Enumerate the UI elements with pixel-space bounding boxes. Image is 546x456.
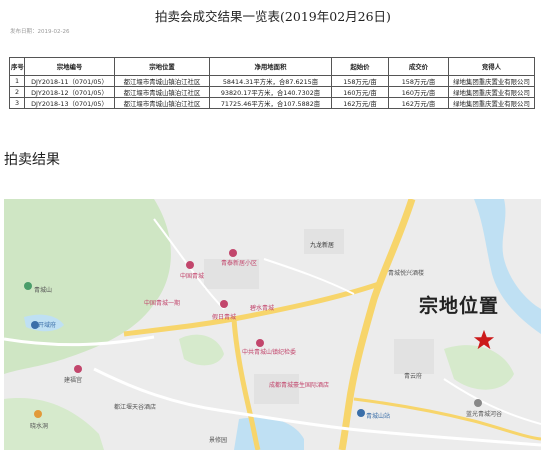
cell-parcel-id: DJY2018-12（0701/05） xyxy=(24,86,115,98)
map-label-jiari: 假日青城 xyxy=(212,314,237,321)
map-label-jiulong: 九龙新居 xyxy=(310,242,335,249)
section-heading: 拍卖结果 xyxy=(4,152,60,168)
cell-deal-price: 158万元/亩 xyxy=(388,75,449,87)
cell-deal-price: 160万元/亩 xyxy=(388,86,449,98)
parcel-location-label: 宗地位置 xyxy=(419,295,500,317)
map-label-qingxing: 青城悦兴酒楼 xyxy=(388,270,425,277)
poi-pin-icon xyxy=(220,300,228,308)
map-label-bishui: 碧水青城 xyxy=(250,305,275,312)
cell-index: 1 xyxy=(9,75,25,87)
map-label-jingxiu: 景修园 xyxy=(209,437,228,444)
document-title: 拍卖会成交结果一览表(2019年02月26日) xyxy=(155,9,391,24)
map-label-qingyun: 青云府 xyxy=(404,373,423,380)
header-parcel-id: 宗地编号 xyxy=(24,57,115,76)
table-row: 3 DJY2018-13（0701/05） 都江堰市青城山镇泊江社区 71725… xyxy=(9,97,535,109)
cell-start-price: 162万元/亩 xyxy=(331,97,389,109)
header-location: 宗地位置 xyxy=(114,57,210,76)
map-label-jiantang: 建福宫 xyxy=(64,377,83,384)
header-net-area: 净用地面积 xyxy=(209,57,332,76)
poi-pin-icon xyxy=(186,261,194,269)
poi-pin-icon xyxy=(31,321,39,329)
parcel-star-icon xyxy=(473,329,495,350)
header-deal-price: 成交价 xyxy=(388,57,449,76)
table-header-row: 序号 宗地编号 宗地位置 净用地面积 起始价 成交价 竞得人 xyxy=(9,57,535,76)
map-label-zhongguo-qingcheng-yihao: 中国青城一期 xyxy=(144,300,181,307)
cell-net-area: 71725.46平方米，合107.5882亩 xyxy=(209,97,332,109)
auction-results-table: 序号 宗地编号 宗地位置 净用地面积 起始价 成交价 竞得人 1 DJY2018… xyxy=(9,57,535,109)
cell-location: 都江堰市青城山镇泊江社区 xyxy=(114,97,210,109)
map-label-kaiyuan: 开域府 xyxy=(38,322,57,329)
cell-index: 2 xyxy=(9,86,25,98)
cell-parcel-id: DJY2018-11（0701/05） xyxy=(24,75,115,87)
poi-pin-icon xyxy=(474,399,482,407)
cell-winner: 绿地集团重庆置业有限公司 xyxy=(448,86,535,98)
poi-pin-icon xyxy=(24,282,32,290)
map-label-dujiang-hotel: 都江堰天谷酒店 xyxy=(114,404,157,411)
header-index: 序号 xyxy=(9,57,25,76)
cell-start-price: 158万元/亩 xyxy=(331,75,389,87)
map-label-lanbao: 蓝光青城河谷 xyxy=(466,411,503,418)
map-label-zhongguo-qingcheng: 中国青城 xyxy=(180,273,205,280)
poi-pin-icon xyxy=(74,365,82,373)
header-winner: 竞得人 xyxy=(448,57,535,76)
map-label-qingcheng-station: 青城山站 xyxy=(366,413,391,420)
poi-pin-icon xyxy=(229,249,237,257)
map-graphic xyxy=(4,199,541,450)
map-label-qingtai: 青泰新居小区 xyxy=(221,260,258,267)
cell-winner: 绿地集团重庆置业有限公司 xyxy=(448,97,535,109)
map-label-zhonggong: 中共青城山镇纪检委 xyxy=(242,349,297,356)
cell-winner: 绿地集团重庆置业有限公司 xyxy=(448,75,535,87)
map-label-chengdu-hotel: 成都青城豪生国际酒店 xyxy=(269,382,330,389)
poi-pin-icon xyxy=(256,339,264,347)
cell-index: 3 xyxy=(9,97,25,109)
table-row: 1 DJY2018-11（0701/05） 都江堰市青城山镇泊江社区 58414… xyxy=(9,75,535,87)
cell-location: 都江堰市青城山镇泊江社区 xyxy=(114,75,210,87)
poi-pin-icon xyxy=(34,410,42,418)
header-start-price: 起始价 xyxy=(331,57,389,76)
cell-net-area: 93820.17平方米，合140.7302亩 xyxy=(209,86,332,98)
publish-date: 发布日期：2019-02-26 xyxy=(10,29,70,35)
poi-pin-icon xyxy=(357,409,365,417)
cell-start-price: 160万元/亩 xyxy=(331,86,389,98)
cell-location: 都江堰市青城山镇泊江社区 xyxy=(114,86,210,98)
cell-net-area: 58414.31平方米，合87.6215亩 xyxy=(209,75,332,87)
table-row: 2 DJY2018-12（0701/05） 都江堰市青城山镇泊江社区 93820… xyxy=(9,86,535,98)
map-label-qingcheng-shan: 青城山 xyxy=(34,287,53,294)
location-map[interactable]: 九龙新居 青城悦兴酒楼 中国青城 青泰新居小区 中国青城一期 假日青城 碧水青城… xyxy=(4,199,541,450)
map-label-xiaoshui: 晓水洞 xyxy=(30,423,49,430)
cell-parcel-id: DJY2018-13（0701/05） xyxy=(24,97,115,109)
cell-deal-price: 162万元/亩 xyxy=(388,97,449,109)
